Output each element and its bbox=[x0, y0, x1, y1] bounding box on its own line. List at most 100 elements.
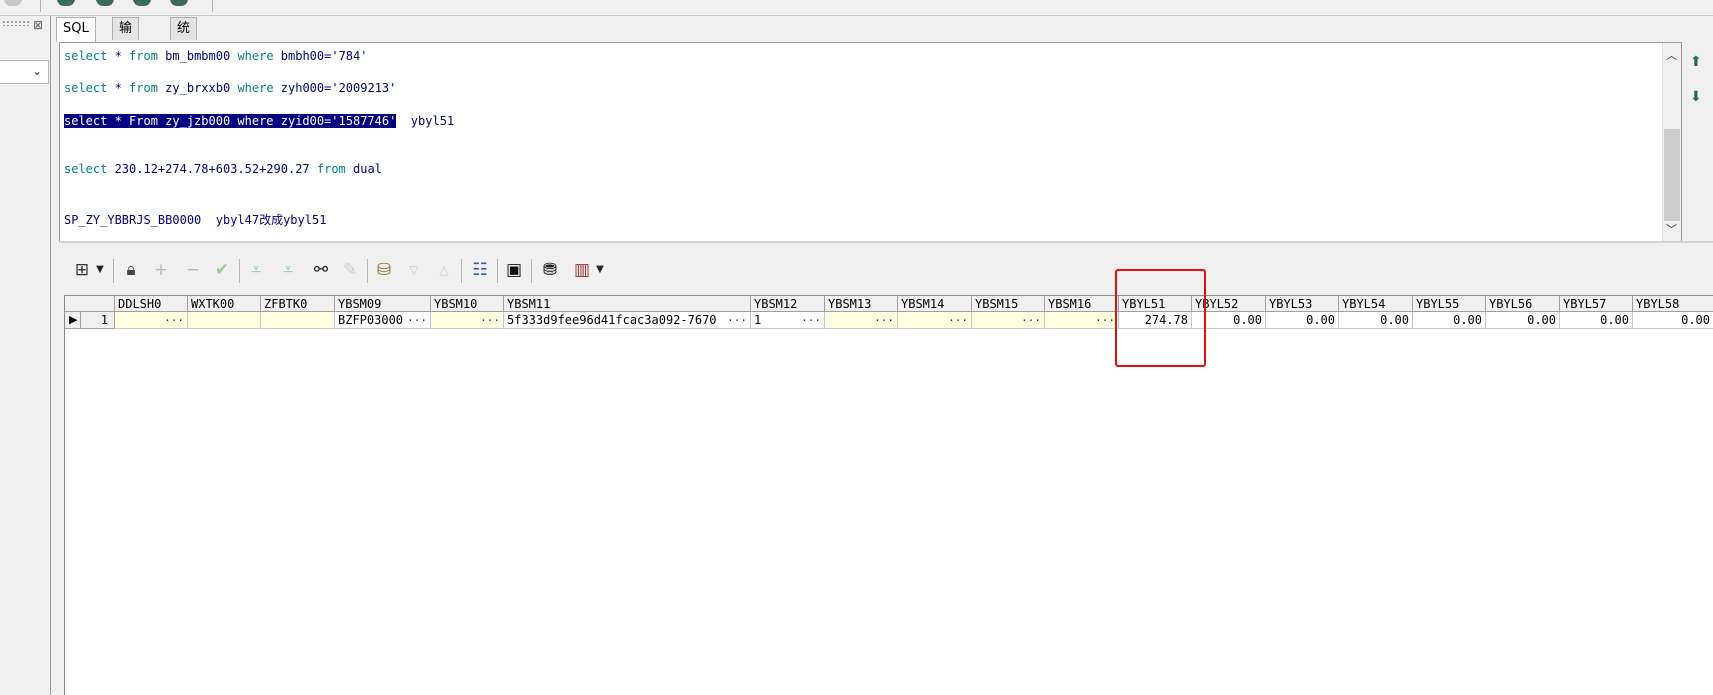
ellipsis-button[interactable]: ··· bbox=[1095, 312, 1115, 328]
editor-line[interactable]: select * From zy_jzb000 where zyid00='15… bbox=[64, 114, 454, 128]
grid-cell[interactable]: ··· bbox=[1045, 312, 1119, 329]
col-header[interactable]: DDLSH0 bbox=[115, 296, 188, 312]
col-header[interactable]: YBYL57 bbox=[1560, 296, 1633, 312]
floppy-icon[interactable]: ▣ bbox=[503, 258, 525, 282]
col-header[interactable]: YBYL58 bbox=[1633, 296, 1713, 312]
grid-cell[interactable]: ··· bbox=[825, 312, 898, 329]
grid-cell[interactable]: ··· bbox=[431, 312, 504, 329]
row-indicator: ▶ bbox=[65, 312, 81, 329]
ellipsis-button[interactable]: ··· bbox=[480, 312, 500, 328]
toolbar-icon[interactable] bbox=[57, 0, 75, 6]
editor-line[interactable]: select * from bm_bmbm00 where bmbh00='78… bbox=[64, 49, 367, 63]
grid-cell[interactable]: ··· bbox=[972, 312, 1045, 329]
toolbar-separator bbox=[367, 259, 368, 283]
code-text: bmbh00='784' bbox=[273, 49, 368, 63]
grid-cell[interactable]: ··· bbox=[115, 312, 188, 329]
keyword: from bbox=[129, 49, 158, 63]
highlight-annotation bbox=[1115, 269, 1206, 367]
grid-cell[interactable] bbox=[261, 312, 335, 329]
grid-cell[interactable]: ··· bbox=[898, 312, 972, 329]
chevron-down-icon[interactable]: ﹀ bbox=[1666, 221, 1677, 237]
panel-grip[interactable] bbox=[2, 20, 30, 26]
toolbar-icon[interactable] bbox=[4, 0, 22, 6]
ellipsis-button[interactable]: ··· bbox=[948, 312, 968, 328]
sql-editor[interactable]: select * from bm_bmbm00 where bmbh00='78… bbox=[59, 42, 1682, 242]
toolbar-separator bbox=[40, 0, 41, 12]
check-icon: ✔ bbox=[214, 260, 230, 280]
editor-line[interactable]: select 230.12+274.78+603.52+290.27 from … bbox=[64, 162, 382, 176]
col-header[interactable]: YBSM16 bbox=[1045, 296, 1119, 312]
left-combo[interactable]: ⌄ bbox=[0, 60, 49, 84]
editor-line[interactable]: SP_ZY_YBBRJS_BB0000 ybyl47改成ybyl51 bbox=[64, 211, 326, 228]
grid-cell[interactable]: 0.00 bbox=[1266, 312, 1339, 329]
col-header[interactable]: YBYL55 bbox=[1413, 296, 1486, 312]
tab-label: SQL bbox=[63, 21, 89, 36]
grid-cell[interactable]: 0.00 bbox=[1486, 312, 1560, 329]
arrow-up-icon[interactable]: ⬆ bbox=[1690, 54, 1702, 70]
col-header[interactable]: YBSM11 bbox=[504, 296, 751, 312]
col-header[interactable]: YBSM15 bbox=[972, 296, 1045, 312]
bar-chart-icon[interactable]: ▥ bbox=[571, 258, 593, 282]
cylinder-db-icon[interactable]: ⛃ bbox=[539, 258, 561, 282]
col-header[interactable]: YBYL56 bbox=[1486, 296, 1560, 312]
ellipsis-button[interactable]: ··· bbox=[407, 312, 427, 328]
keyword: select bbox=[64, 49, 108, 63]
col-header[interactable]: ZFBTK0 bbox=[261, 296, 335, 312]
keyword: where bbox=[237, 49, 274, 63]
grid-cell[interactable]: 0.00 bbox=[1413, 312, 1486, 329]
minus-icon: − bbox=[185, 260, 201, 280]
toolbar-icon[interactable] bbox=[170, 0, 188, 6]
col-header[interactable]: YBYL53 bbox=[1266, 296, 1339, 312]
current-row-icon: ▶ bbox=[69, 313, 78, 326]
editor-line[interactable]: select * from zy_brxxb0 where zyh000='20… bbox=[64, 81, 396, 95]
editor-scrollbar[interactable]: ︿ ﹀ bbox=[1662, 43, 1681, 241]
col-header[interactable]: WXTK00 bbox=[188, 296, 261, 312]
tab-sql[interactable]: SQL bbox=[56, 17, 96, 42]
close-icon[interactable]: ⊠ bbox=[33, 18, 43, 32]
col-header[interactable]: YBSM09 bbox=[335, 296, 431, 312]
caret-down-icon[interactable]: ▼ bbox=[95, 258, 105, 282]
grid-cell[interactable]: 0.00 bbox=[1633, 312, 1713, 329]
col-header[interactable]: YBSM12 bbox=[751, 296, 825, 312]
col-header[interactable]: YBSM14 bbox=[898, 296, 972, 312]
ellipsis-button[interactable]: ··· bbox=[1021, 312, 1041, 328]
grid-cell[interactable]: 0.00 bbox=[1339, 312, 1413, 329]
chevron-up-icon[interactable]: ︿ bbox=[1666, 47, 1677, 63]
triangle-down-icon: ▽ bbox=[409, 263, 419, 277]
grid-cell[interactable]: 1 ··· bbox=[751, 312, 825, 329]
grid-cell[interactable] bbox=[188, 312, 261, 329]
col-header[interactable]: YBYL54 bbox=[1339, 296, 1413, 312]
scroll-thumb[interactable] bbox=[1664, 129, 1680, 221]
caret-down-icon[interactable]: ▼ bbox=[595, 258, 605, 282]
toolbar-separator bbox=[461, 259, 462, 283]
toolbar-icon[interactable] bbox=[133, 0, 151, 6]
row-number: 1 bbox=[81, 312, 115, 329]
grid-cell[interactable]: 5f333d9fee96d41fcac3a092-7670 ··· bbox=[504, 312, 751, 329]
ellipsis-button[interactable]: ··· bbox=[874, 312, 894, 328]
history-nav: ⬆ ⬇ bbox=[1684, 42, 1710, 240]
arrow-down-icon[interactable]: ⬇ bbox=[1690, 89, 1702, 105]
table-grid-icon[interactable]: ⊞ bbox=[71, 258, 93, 282]
ellipsis-button[interactable]: ··· bbox=[727, 312, 747, 328]
col-header[interactable]: YBSM10 bbox=[431, 296, 504, 312]
grid-cell[interactable]: BZFP03000 ··· bbox=[335, 312, 431, 329]
binoculars-icon[interactable]: ⚯ bbox=[311, 258, 331, 282]
ellipsis-button[interactable]: ··· bbox=[164, 312, 184, 328]
result-grid[interactable]: DDLSH0 WXTK00 ZFBTK0 YBSM09 YBSM10 YBSM1… bbox=[64, 295, 1713, 695]
code-text: * bbox=[107, 49, 130, 63]
database-export-icon[interactable]: ⛁ bbox=[373, 258, 395, 282]
keyword: select bbox=[64, 81, 108, 95]
tab-output[interactable]: 输出 bbox=[112, 17, 140, 58]
grid-cell[interactable]: 0.00 bbox=[1560, 312, 1633, 329]
lock-icon[interactable]: 🔒︎ bbox=[121, 258, 141, 282]
chevron-down-icon[interactable]: ⌄ bbox=[32, 64, 42, 78]
keyword: where bbox=[237, 81, 274, 95]
keyword: select bbox=[64, 162, 108, 176]
col-header[interactable]: YBSM13 bbox=[825, 296, 898, 312]
tree-structure-icon[interactable]: ☷ bbox=[469, 258, 491, 282]
ellipsis-button[interactable]: ··· bbox=[801, 312, 821, 328]
pane-splitter[interactable] bbox=[59, 241, 1713, 243]
tab-statistics[interactable]: 统计表 bbox=[170, 17, 198, 80]
toolbar-icon[interactable] bbox=[96, 0, 114, 6]
expand-down-icon: ⩡ bbox=[283, 260, 293, 280]
